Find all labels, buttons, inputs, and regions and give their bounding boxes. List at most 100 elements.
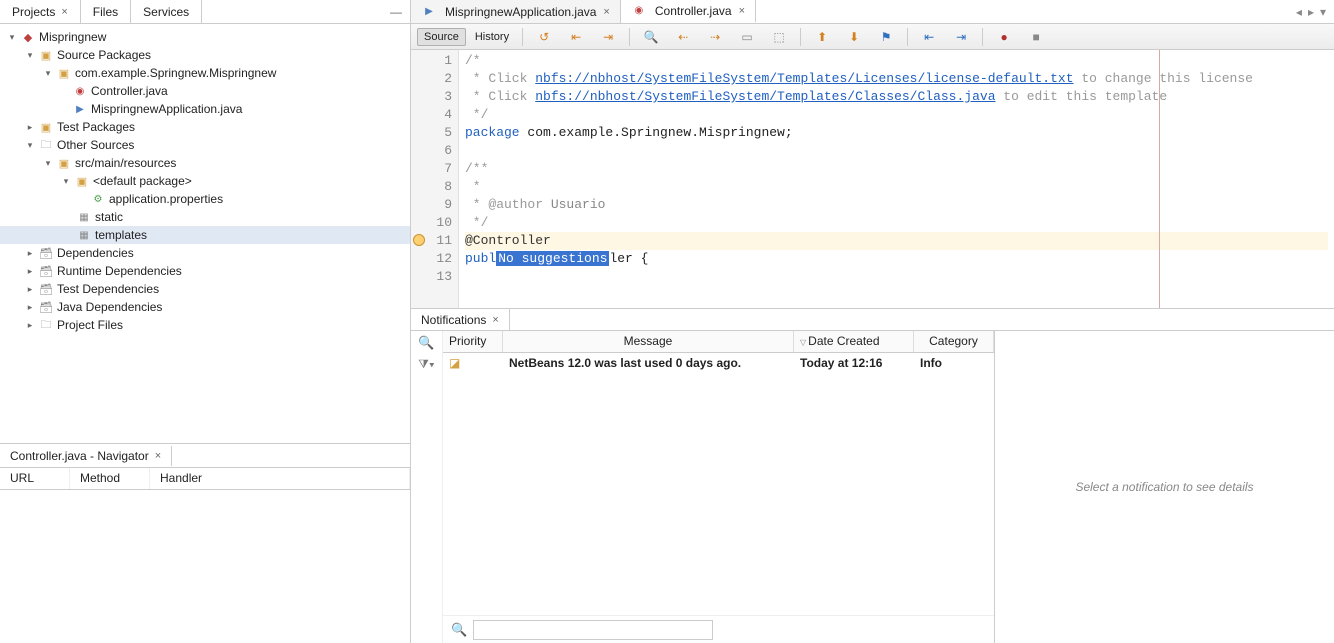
tab-prev-button[interactable]: ◂ [1296, 5, 1302, 19]
tree-node-source-packages[interactable]: ▾▣Source Packages [0, 46, 410, 64]
tree-label: com.example.Springnew.Mispringnew [75, 66, 276, 80]
toolbar-icon-button[interactable]: ⇢ [700, 26, 730, 48]
navigator-col-url[interactable]: URL [0, 468, 70, 489]
gutter-line[interactable]: 2 [411, 70, 452, 88]
close-icon[interactable]: × [603, 6, 609, 18]
expand-icon[interactable]: ▾ [58, 176, 74, 187]
toolbar-icon-button[interactable]: ⇤ [561, 26, 591, 48]
gutter-line[interactable]: 13 [411, 268, 452, 286]
expand-icon[interactable]: ▾ [4, 32, 20, 43]
toolbar-icon-button[interactable]: ■ [1021, 26, 1051, 48]
close-icon[interactable]: × [155, 450, 161, 462]
notifications-tab[interactable]: Notifications× [411, 309, 510, 330]
gutter-line[interactable]: 5 [411, 124, 452, 142]
expand-icon[interactable]: ▸ [22, 284, 38, 295]
tree-node-controller[interactable]: ◉Controller.java [0, 82, 410, 100]
filter-icon[interactable]: ⧩▾ [418, 357, 435, 372]
minimize-button[interactable]: — [382, 0, 410, 23]
toolbar-icon-button[interactable]: ⇥ [593, 26, 623, 48]
toolbar-icon-button[interactable]: ⚑ [871, 26, 901, 48]
expand-icon[interactable]: ▸ [22, 248, 38, 259]
notification-columns: Priority Message ▽Date Created Category [443, 331, 994, 353]
tab-list-button[interactable]: ▾ [1320, 5, 1326, 19]
col-message[interactable]: Message [503, 331, 794, 352]
tab-next-button[interactable]: ▸ [1308, 5, 1314, 19]
gutter-line[interactable]: 8 [411, 178, 452, 196]
toolbar-icon-button[interactable]: ⇤ [914, 26, 944, 48]
close-icon[interactable]: × [61, 6, 67, 18]
autocomplete-popup[interactable]: No suggestions [496, 251, 609, 266]
history-view-button[interactable]: History [468, 28, 516, 46]
gutter-line[interactable]: 6 [411, 142, 452, 160]
editor-tab-controller[interactable]: ◉Controller.java× [621, 0, 756, 23]
expand-icon[interactable]: ▾ [40, 158, 56, 169]
source-view-button[interactable]: Source [417, 28, 466, 46]
toolbar-icon-button[interactable]: ↺ [529, 26, 559, 48]
toolbar-icon-button[interactable]: ⬚ [764, 26, 794, 48]
tab-projects[interactable]: Projects× [0, 0, 81, 23]
gutter-line[interactable]: 12 [411, 250, 452, 268]
tree-node-java-deps[interactable]: ▸🗃Java Dependencies [0, 298, 410, 316]
editor-tab-app[interactable]: ▶MispringnewApplication.java× [411, 0, 621, 23]
tab-services[interactable]: Services [131, 0, 202, 23]
tree-node-default-package[interactable]: ▾▣<default package> [0, 172, 410, 190]
gutter-line[interactable]: 7 [411, 160, 452, 178]
hint-bulb-icon[interactable] [413, 234, 425, 246]
toolbar-icon-button[interactable]: 🔍 [636, 26, 666, 48]
tree-node-project-files[interactable]: ▸🗀Project Files [0, 316, 410, 334]
expand-icon[interactable]: ▾ [40, 68, 56, 79]
tree-node-templates[interactable]: ▦templates [0, 226, 410, 244]
gutter-line[interactable]: 10 [411, 214, 452, 232]
toolbar-icon-button[interactable]: ⇥ [946, 26, 976, 48]
tab-files[interactable]: Files [81, 0, 131, 23]
expand-icon[interactable]: ▾ [22, 140, 38, 151]
tree-node-properties[interactable]: ⚙application.properties [0, 190, 410, 208]
template-link[interactable]: nbfs://nbhost/SystemFileSystem/Templates… [535, 71, 1073, 86]
toolbar-icon-button[interactable]: ● [989, 26, 1019, 48]
notification-search-input[interactable] [473, 620, 713, 640]
tree-node-test-deps[interactable]: ▸🗃Test Dependencies [0, 280, 410, 298]
col-date[interactable]: ▽Date Created [794, 331, 914, 352]
project-tree[interactable]: ▾◆Mispringnew ▾▣Source Packages ▾▣com.ex… [0, 24, 410, 443]
package-icon: ▣ [56, 155, 72, 171]
close-icon[interactable]: × [739, 5, 745, 17]
tree-node-resources[interactable]: ▾▣src/main/resources [0, 154, 410, 172]
tree-node-static[interactable]: ▦static [0, 208, 410, 226]
tree-node-other-sources[interactable]: ▾🗀Other Sources [0, 136, 410, 154]
tree-node-application[interactable]: ▶MispringnewApplication.java [0, 100, 410, 118]
expand-icon[interactable]: ▸ [22, 320, 38, 331]
toolbar-icon-button[interactable]: ⇠ [668, 26, 698, 48]
navigator-tab[interactable]: Controller.java - Navigator× [0, 446, 172, 466]
gutter-line[interactable]: 4 [411, 106, 452, 124]
gutter[interactable]: 1 2 3 4 5 6 7 8 9 10 11 12 13 [411, 50, 459, 308]
gutter-line[interactable]: 11 [411, 232, 452, 250]
tree-node-runtime-deps[interactable]: ▸🗃Runtime Dependencies [0, 262, 410, 280]
code-editor[interactable]: 1 2 3 4 5 6 7 8 9 10 11 12 13 /* * Click… [411, 50, 1334, 308]
col-priority[interactable]: Priority [443, 331, 503, 352]
gutter-line[interactable]: 9 [411, 196, 452, 214]
expand-icon[interactable]: ▸ [22, 266, 38, 277]
code-body[interactable]: /* * Click nbfs://nbhost/SystemFileSyste… [459, 50, 1334, 308]
expand-icon[interactable]: ▸ [22, 122, 38, 133]
tree-node-test-packages[interactable]: ▸▣Test Packages [0, 118, 410, 136]
gutter-line[interactable]: 1 [411, 52, 452, 70]
search-icon[interactable]: 🔍 [418, 335, 434, 351]
toolbar-icon-button[interactable]: ⬇ [839, 26, 869, 48]
tree-node-package[interactable]: ▾▣com.example.Springnew.Mispringnew [0, 64, 410, 82]
tree-node-project[interactable]: ▾◆Mispringnew [0, 28, 410, 46]
search-icon[interactable]: 🔍 [451, 622, 467, 638]
tree-label: Test Dependencies [57, 282, 159, 296]
navigator-col-handler[interactable]: Handler [150, 468, 410, 489]
gutter-line[interactable]: 3 [411, 88, 452, 106]
template-link[interactable]: nbfs://nbhost/SystemFileSystem/Templates… [535, 89, 995, 104]
expand-icon[interactable]: ▸ [22, 302, 38, 313]
navigator-col-method[interactable]: Method [70, 468, 150, 489]
tree-node-dependencies[interactable]: ▸🗃Dependencies [0, 244, 410, 262]
expand-icon[interactable]: ▾ [22, 50, 38, 61]
toolbar-icon-button[interactable]: ▭ [732, 26, 762, 48]
notification-category: Info [914, 354, 994, 372]
toolbar-icon-button[interactable]: ⬆ [807, 26, 837, 48]
close-icon[interactable]: × [492, 314, 498, 326]
notification-row[interactable]: ◪ NetBeans 12.0 was last used 0 days ago… [443, 353, 994, 373]
col-category[interactable]: Category [914, 331, 994, 352]
